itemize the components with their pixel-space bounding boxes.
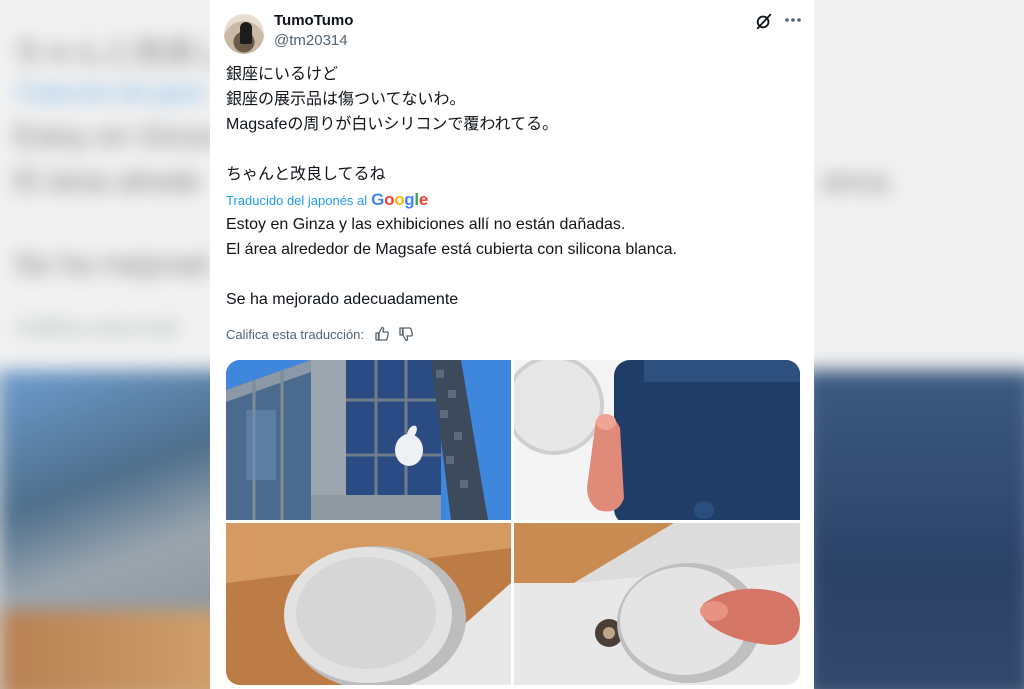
iphone-magsafe-photo[interactable] [514,360,800,520]
translation-label: Traducido del japonés al [226,192,368,208]
tweet-text-line [226,262,796,287]
apple-store-building-photo[interactable] [226,360,511,520]
more-icon[interactable] [782,10,804,30]
bg-text-line: ちゃんと改良し [14,37,224,70]
bg-text-line: Estoy en Ginza [14,120,218,153]
tweet-text-line: El área alrededor de Magsafe está cubier… [226,241,677,258]
bg-text-line: anca. [822,165,896,198]
bg-text-line: Califica esta trad [14,315,178,340]
magsafe-charger-lifted-photo[interactable] [514,523,800,685]
tweet-card: TumoTumo @tm20314 銀座にいるけど 銀座の展示品は傷ついてないわ… [210,0,814,689]
grok-icon[interactable] [755,12,773,30]
tweet-text-line: Magsafeの周りが白いシリコンで覆われてる。 [226,116,559,133]
tweet-text-line [226,137,796,162]
rate-prompt: Califica esta traducción: [226,326,365,342]
bg-text-line: Se ha mejorad [14,248,210,281]
magsafe-charger-photo[interactable] [226,523,511,685]
tweet-text-line: 銀座の展示品は傷ついてないわ。 [226,91,466,108]
avatar[interactable] [224,14,264,54]
bg-photo [804,370,1024,689]
user-handle[interactable]: @tm20314 [274,32,348,49]
translation-attribution: Traducido del japonés al Google [226,190,428,210]
google-logo: Google [371,190,428,209]
display-name[interactable]: TumoTumo [274,12,353,29]
tweet-text-original: 銀座にいるけど 銀座の展示品は傷ついてないわ。 Magsafeの周りが白いシリコ… [226,62,796,187]
rate-translation: Califica esta traducción: [226,326,414,342]
media-grid [226,360,800,685]
tweet-text-translated: Estoy en Ginza y las exhibiciones allí n… [226,212,796,312]
bg-text-line: Traducido del japon [14,80,207,105]
tweet-text-line: Estoy en Ginza y las exhibiciones allí n… [226,216,626,233]
tweet-text-line: Se ha mejorado adecuadamente [226,291,459,308]
tweet-text-line: ちゃんと改良してるね [226,166,386,183]
bg-text-line: El área alrede [14,165,201,198]
thumbs-down-icon[interactable] [398,326,414,342]
tweet-text-line: 銀座にいるけど [226,66,339,83]
thumbs-up-icon[interactable] [374,326,390,342]
